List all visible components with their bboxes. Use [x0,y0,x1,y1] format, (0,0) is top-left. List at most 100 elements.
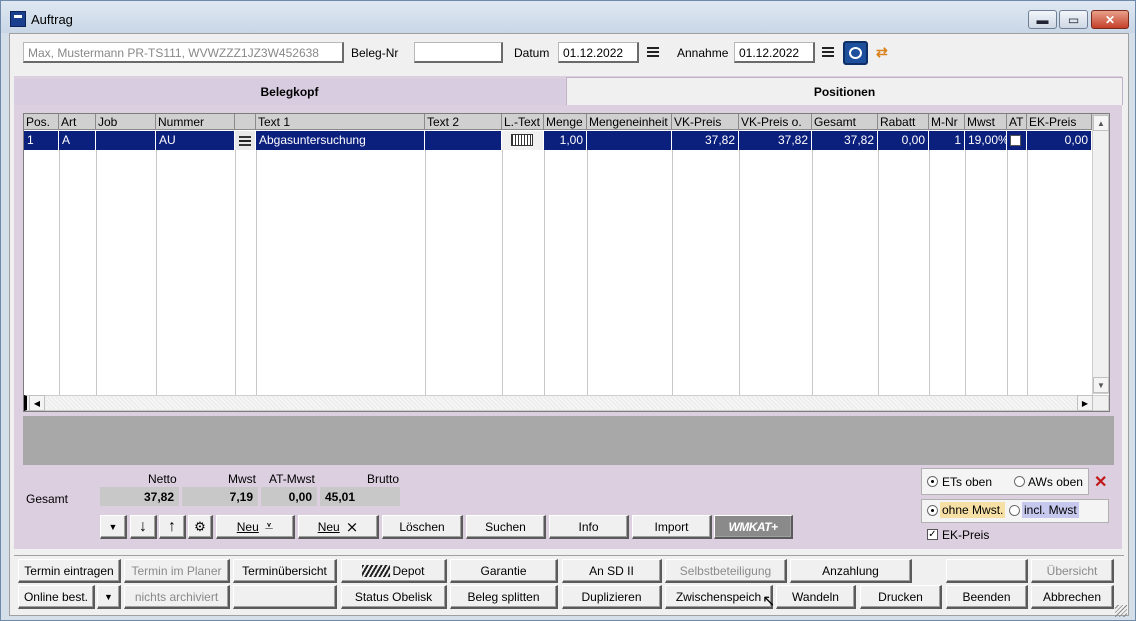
status-obelisk-button[interactable]: Status Obelisk [341,585,447,609]
blank-button[interactable] [233,585,337,609]
terminuebersicht-button[interactable]: Terminübersicht [233,559,337,583]
resize-grip-icon[interactable] [1115,605,1127,617]
arrow-up-icon: ↑ [168,517,176,535]
app-window: Auftrag ▬ ▭ ✕ Max, Mustermann PR-TS111, … [0,0,1136,621]
col-header[interactable]: Mwst [965,114,1007,130]
col-header[interactable]: Pos. [24,114,59,130]
at-checkbox[interactable] [1010,135,1021,146]
termin-planer-button[interactable]: Termin im Planer [124,559,230,583]
ets-oben-label[interactable]: ETs oben [942,475,992,489]
incl-mwst-label[interactable]: incl. Mwst [1022,502,1079,518]
col-header[interactable]: VK-Preis [672,114,739,130]
ek-preis-label[interactable]: EK-Preis [942,528,989,542]
cell-at[interactable] [1007,131,1027,150]
cell-list-icon[interactable] [235,131,256,150]
cell-vko: 37,82 [739,131,812,150]
beenden-button[interactable]: Beenden [946,585,1028,609]
anzahlung-button[interactable]: Anzahlung [790,559,912,583]
annahme-field[interactable]: 01.12.2022 [734,42,815,63]
scroll-left-icon[interactable]: ◀ [29,395,45,411]
col-header[interactable]: M-Nr [929,114,965,130]
online-best-button[interactable]: Online best. [18,585,95,609]
col-header[interactable]: Text 1 [256,114,425,130]
table-row[interactable]: 1 A AU Abgasuntersuchung 1,00 37,82 37,8… [24,131,1092,150]
termin-eintragen-button[interactable]: Termin eintragen [18,559,121,583]
online-best-dropdown[interactable]: ▼ [97,585,121,609]
neu-below-button[interactable]: Neu ⩡ [216,515,295,539]
move-up-button[interactable]: ↑ [159,515,186,539]
scroll-right-icon[interactable]: ▶ [1077,395,1093,411]
loeschen-button[interactable]: Löschen [382,515,463,539]
arrow-down-icon: ↓ [139,517,147,535]
duplizieren-button[interactable]: Duplizieren [562,585,662,609]
nicht-archiviert-button[interactable]: nichts archiviert [124,585,230,609]
datum-field[interactable]: 01.12.2022 [558,42,639,63]
ets-oben-radio[interactable] [927,476,938,487]
an-sd-button[interactable]: An SD II [562,559,662,583]
cell-job [96,131,156,150]
cell-ltext-icon[interactable] [502,131,544,150]
scroll-up-icon[interactable]: ▲ [1093,115,1109,131]
col-header[interactable]: Text 2 [425,114,502,130]
neu-above-button[interactable]: Neu ⨯ [298,515,379,539]
col-header[interactable] [235,114,256,130]
wandeln-button[interactable]: Wandeln [776,585,856,609]
tab-positionen[interactable]: Positionen [566,77,1123,105]
col-header[interactable]: L.-Text [502,114,544,130]
aws-oben-label[interactable]: AWs oben [1028,475,1083,489]
col-header[interactable]: Mengeneinheit [587,114,672,130]
empty-button[interactable] [946,559,1028,583]
vehicle-icon[interactable] [843,41,868,65]
abbrechen-button[interactable]: Abbrechen [1031,585,1114,609]
col-header[interactable]: VK-Preis o. [739,114,812,130]
info-button[interactable]: Info [549,515,629,539]
col-header[interactable]: Gesamt [812,114,878,130]
refresh-icon[interactable]: ⇄ [876,44,892,60]
positions-grid[interactable]: Pos. Art Job Nummer Text 1 Text 2 L.-Tex… [23,113,1110,412]
info-area [23,416,1114,465]
zwischenspeichern-button[interactable]: Zwischenspeich [665,585,773,609]
dropdown-button[interactable]: ▼ [100,515,127,539]
wmkat-button[interactable]: WMKAT+ [714,515,793,539]
settings-button[interactable]: ⚙ [188,515,213,539]
aws-oben-radio[interactable] [1014,476,1025,487]
uebersicht-button[interactable]: Übersicht [1031,559,1114,583]
gear-icon: ⚙ [194,518,206,534]
atmwst-label: AT-Mwst [269,472,315,486]
customer-field[interactable]: Max, Mustermann PR-TS111, WVWZZZ1JZ3W452… [23,42,344,63]
maximize-button[interactable]: ▭ [1059,10,1088,29]
close-icon[interactable]: ✕ [1094,472,1107,492]
beleg-splitten-button[interactable]: Beleg splitten [450,585,558,609]
col-header[interactable]: EK-Preis [1027,114,1092,130]
horizontal-scrollbar[interactable]: ◀ ▶ [24,395,1109,411]
incl-mwst-radio[interactable] [1009,505,1020,516]
suchen-button[interactable]: Suchen [466,515,546,539]
ohne-mwst-radio[interactable] [927,505,938,516]
cell-text1: Abgasuntersuchung [256,131,425,150]
drucken-button[interactable]: Drucken [860,585,942,609]
ek-preis-checkbox[interactable]: ✓ [927,529,938,540]
col-header[interactable]: Art [59,114,96,130]
datum-menu-icon[interactable] [647,47,659,57]
minimize-button[interactable]: ▬ [1028,10,1057,29]
close-button[interactable]: ✕ [1091,10,1129,29]
selbstbeteiligung-button[interactable]: Selbstbeteiligung [665,559,787,583]
ohne-mwst-label[interactable]: ohne Mwst. [940,502,1006,518]
cell-einheit [587,131,672,150]
import-button[interactable]: Import [632,515,712,539]
garantie-button[interactable]: Garantie [450,559,558,583]
col-header[interactable]: Menge [544,114,587,130]
depot-button[interactable]: Depot [341,559,447,583]
annahme-menu-icon[interactable] [822,47,834,57]
scroll-track[interactable] [46,397,1090,409]
col-header[interactable]: AT [1007,114,1027,130]
tab-belegkopf[interactable]: Belegkopf [14,79,565,105]
col-header[interactable]: Rabatt [878,114,929,130]
vertical-scrollbar[interactable]: ▲ ▼ [1092,114,1109,394]
col-header[interactable]: Job [96,114,156,130]
annahme-label: Annahme [677,46,729,60]
col-header[interactable]: Nummer [156,114,235,130]
beleg-field[interactable] [414,42,503,63]
scroll-down-icon[interactable]: ▼ [1093,377,1109,393]
move-down-button[interactable]: ↓ [130,515,157,539]
